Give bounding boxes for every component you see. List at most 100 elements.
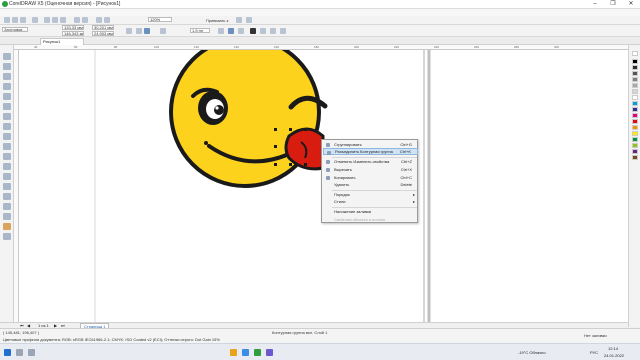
- cut-icon[interactable]: [44, 17, 50, 23]
- redo-icon[interactable]: [82, 17, 88, 23]
- selection-handle[interactable]: [304, 128, 307, 131]
- pick-tool-icon[interactable]: [3, 53, 11, 60]
- basic-shapes-tool-icon[interactable]: [3, 143, 11, 150]
- paste-icon[interactable]: [60, 17, 66, 23]
- lock-ratio-icon[interactable]: [126, 28, 132, 34]
- shape-tool-icon[interactable]: [3, 63, 11, 70]
- weather-widget[interactable]: -19°C Облачно: [518, 350, 546, 355]
- copy-icon[interactable]: [52, 17, 58, 23]
- swatch-orange[interactable]: [632, 125, 638, 130]
- outline-width-field[interactable]: 1,5 пп: [190, 28, 210, 33]
- mirror-horizontal-icon[interactable]: [136, 28, 142, 34]
- line-start-icon[interactable]: [218, 28, 224, 34]
- rectangle-tool-icon[interactable]: [3, 113, 11, 120]
- swatch-gray-10[interactable]: [632, 89, 638, 94]
- wrap-text-icon[interactable]: [160, 28, 166, 34]
- swatch-red[interactable]: [632, 119, 638, 124]
- swatch-magenta[interactable]: [632, 113, 638, 118]
- dimension-tool-icon[interactable]: [3, 173, 11, 180]
- swatch-gray-50[interactable]: [632, 77, 638, 82]
- outline-tool-icon[interactable]: [3, 213, 11, 220]
- clock-time[interactable]: 12:14: [608, 346, 618, 351]
- swatch-gray-30[interactable]: [632, 83, 638, 88]
- selection-handle[interactable]: [289, 128, 292, 131]
- height-field[interactable]: 24,903 мм: [92, 31, 114, 36]
- freehand-tool-icon[interactable]: [3, 93, 11, 100]
- swatch-black[interactable]: [632, 59, 638, 64]
- windows-start-icon[interactable]: [4, 349, 11, 356]
- tab-document[interactable]: Рисунок1: [40, 38, 84, 45]
- line-end-icon[interactable]: [238, 28, 244, 34]
- fill-tool-icon[interactable]: [3, 223, 11, 230]
- text-tool-icon[interactable]: [3, 153, 11, 160]
- line-style-icon[interactable]: [228, 28, 234, 34]
- zoom-level-field[interactable]: 120%: [148, 17, 172, 22]
- import-icon[interactable]: [96, 17, 102, 23]
- swatch-purple[interactable]: [632, 149, 638, 154]
- width-field[interactable]: 30,201 мм: [92, 25, 114, 30]
- swatch-yellow[interactable]: [632, 131, 638, 136]
- smiley-face[interactable]: [169, 50, 328, 188]
- selection-handle[interactable]: [274, 163, 277, 166]
- to-front-icon[interactable]: [260, 28, 266, 34]
- coreldraw-taskbar-icon[interactable]: [254, 349, 261, 356]
- x-position-field[interactable]: 133,33 мм: [62, 25, 84, 30]
- export-icon[interactable]: [104, 17, 110, 23]
- presets-dropdown[interactable]: Заготовки...: [2, 27, 28, 32]
- to-back-icon[interactable]: [270, 28, 276, 34]
- maximize-button[interactable]: ❐: [604, 0, 622, 9]
- menu-item-break-apart-contour[interactable]: Разъединить Контурная группа Ctrl+K: [323, 148, 418, 155]
- new-document-icon[interactable]: [4, 17, 10, 23]
- menu-item-cut[interactable]: Вырезать Ctrl+X: [323, 166, 418, 173]
- menu-item-order[interactable]: Порядок ▸: [323, 191, 418, 198]
- menu-item-group[interactable]: Сгруппировать Ctrl+G: [323, 141, 418, 148]
- table-tool-icon[interactable]: [3, 163, 11, 170]
- mirror-vertical-icon[interactable]: [144, 28, 150, 34]
- snap-to-label[interactable]: Привязать к: [206, 18, 228, 23]
- menu-item-undo[interactable]: Отменить Изменить свойства Ctrl+Z: [323, 158, 418, 165]
- zoom-tool-icon[interactable]: [3, 83, 11, 90]
- options-icon[interactable]: [236, 17, 242, 23]
- file-explorer-icon[interactable]: [230, 349, 237, 356]
- menu-item-overprint-fill[interactable]: Наложение заливки: [323, 208, 418, 215]
- selection-handle[interactable]: [274, 145, 277, 148]
- swatch-none[interactable]: [632, 51, 638, 56]
- swatch-lime[interactable]: [632, 143, 638, 148]
- swatch-gray-70[interactable]: [632, 71, 638, 76]
- swatch-brown[interactable]: [632, 155, 638, 160]
- clock-date[interactable]: 24.01.2022: [604, 353, 624, 358]
- y-position-field[interactable]: 146,343 мм: [62, 31, 84, 36]
- polygon-tool-icon[interactable]: [3, 133, 11, 140]
- fill-status[interactable]: Нет заливки: [584, 333, 607, 338]
- close-button[interactable]: ✕: [622, 0, 640, 9]
- outline-color-icon[interactable]: [250, 28, 256, 34]
- swatch-green[interactable]: [632, 137, 638, 142]
- connector-tool-icon[interactable]: [3, 183, 11, 190]
- input-language[interactable]: РУС: [590, 350, 598, 355]
- app-taskbar-icon[interactable]: [266, 349, 273, 356]
- minimize-button[interactable]: –: [586, 0, 604, 9]
- menu-item-styles[interactable]: Стили ▸: [323, 198, 418, 205]
- task-view-icon[interactable]: [28, 349, 35, 356]
- save-icon[interactable]: [20, 17, 26, 23]
- blend-tool-icon[interactable]: [3, 193, 11, 200]
- smart-fill-tool-icon[interactable]: [3, 103, 11, 110]
- convert-to-curves-icon[interactable]: [280, 28, 286, 34]
- browser-icon[interactable]: [242, 349, 249, 356]
- menu-item-delete[interactable]: Удалить Delete: [323, 181, 418, 188]
- launch-icon[interactable]: [246, 17, 252, 23]
- swatch-gray-90[interactable]: [632, 65, 638, 70]
- interactive-fill-tool-icon[interactable]: [3, 233, 11, 240]
- open-icon[interactable]: [12, 17, 18, 23]
- selection-handle[interactable]: [274, 128, 277, 131]
- selection-handle[interactable]: [304, 163, 307, 166]
- swatch-cyan[interactable]: [632, 101, 638, 106]
- print-icon[interactable]: [32, 17, 38, 23]
- swatch-white[interactable]: [632, 95, 638, 100]
- color-profile-info[interactable]: Цветовые профили документа: RGB: sRGB IE…: [3, 337, 220, 342]
- eyedropper-tool-icon[interactable]: [3, 203, 11, 210]
- swatch-blue[interactable]: [632, 107, 638, 112]
- selection-handle[interactable]: [289, 163, 292, 166]
- search-icon[interactable]: [16, 349, 23, 356]
- undo-icon[interactable]: [74, 17, 80, 23]
